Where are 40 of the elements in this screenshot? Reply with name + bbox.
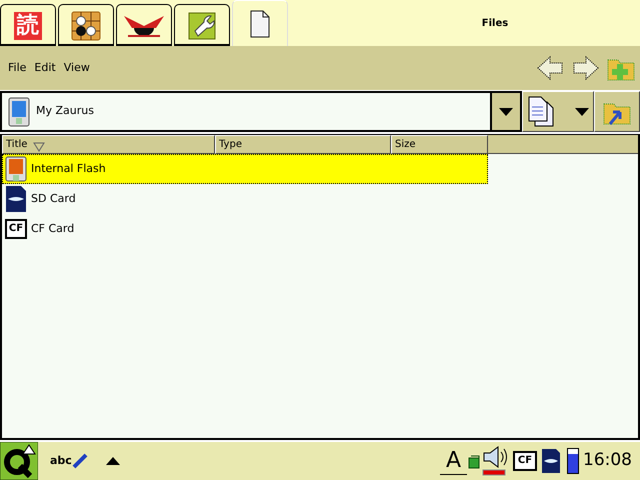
window-title: Files (480, 16, 510, 30)
document-icon (249, 10, 271, 38)
clock[interactable]: 16:08 (579, 448, 640, 474)
wrench-icon (187, 10, 217, 40)
up-folder-button[interactable] (594, 91, 640, 132)
column-header[interactable]: Type (215, 135, 391, 154)
cf-card-icon: CF (5, 219, 27, 239)
location-combo[interactable]: My Zaurus (0, 91, 490, 132)
app-tab[interactable]: 読 (0, 4, 56, 46)
app-tab[interactable] (116, 4, 172, 46)
volume-icon[interactable] (481, 445, 509, 477)
go-board-icon (71, 10, 101, 40)
documents-icon (527, 96, 555, 128)
sd-card-icon (5, 185, 27, 213)
menu-item[interactable]: View (60, 60, 94, 76)
column-header[interactable]: Size (391, 135, 488, 154)
menu-item[interactable]: Edit (30, 60, 60, 76)
column-header[interactable]: Title (2, 135, 215, 154)
app-tab[interactable] (174, 4, 230, 46)
up-arrow-icon[interactable] (106, 457, 120, 465)
reader-icon: 読 (14, 12, 42, 40)
back-arrow-icon[interactable] (536, 54, 564, 82)
flash-memory-icon (5, 156, 27, 182)
cf-card-icon[interactable]: CF (513, 451, 537, 471)
forward-arrow-icon[interactable] (572, 54, 600, 82)
file-row[interactable]: CF CF Card (2, 214, 488, 244)
app-tab[interactable] (58, 4, 114, 46)
caret-icon (575, 108, 589, 116)
dropdown-button[interactable] (490, 91, 522, 132)
device-icon (8, 96, 30, 126)
view-mode-button[interactable] (522, 91, 594, 132)
file-row[interactable]: SD Card (2, 184, 488, 214)
battery-icon[interactable] (567, 448, 579, 474)
network-icon[interactable] (467, 453, 481, 469)
file-row[interactable]: Internal Flash (2, 154, 488, 184)
launcher-icon[interactable] (0, 442, 38, 480)
caret-icon (499, 108, 513, 116)
menu-item[interactable]: File (4, 60, 30, 76)
sd-card-icon[interactable] (541, 448, 561, 474)
sort-icon (33, 142, 46, 152)
